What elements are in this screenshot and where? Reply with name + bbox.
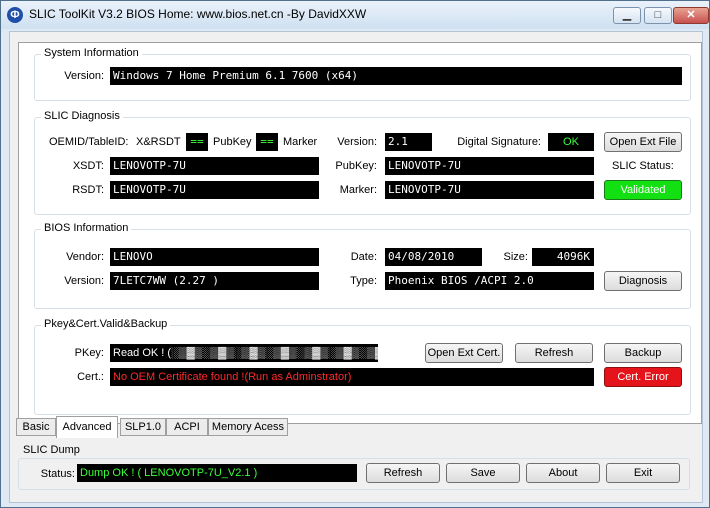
pubkey-inline-label: PubKey xyxy=(213,136,252,148)
app-logo-icon: Ф xyxy=(7,7,23,23)
maximize-button[interactable]: □ xyxy=(644,7,672,24)
cert-error-indicator: Cert. Error xyxy=(604,367,682,387)
pkey-field: Read OK ! (░▒▓▒░▒▓▒░▒▓▒░▒▓▒░▒▓▒░▒▓▒░▒▓**… xyxy=(110,344,378,362)
pubkey-marker-match-indicator: == xyxy=(256,133,278,151)
backup-button[interactable]: Backup xyxy=(604,343,682,363)
dump-status-field: Dump OK ! ( LENOVOTP-7U_V2.1 ) xyxy=(77,464,357,482)
system-version-field: Windows 7 Home Premium 6.1 7600 (x64) xyxy=(110,67,682,85)
open-ext-file-button[interactable]: Open Ext File xyxy=(604,132,682,152)
system-info-group: System Information Version: Windows 7 Ho… xyxy=(34,47,691,101)
tab-slp10[interactable]: SLP1.0 xyxy=(120,418,166,436)
tab-basic[interactable]: Basic xyxy=(16,418,56,436)
pkey-cert-title: Pkey&Cert.Valid&Backup xyxy=(41,318,171,330)
client-area: System Information Version: Windows 7 Ho… xyxy=(9,31,703,503)
bios-vendor-field: LENOVO xyxy=(110,248,319,266)
bios-date-label: Date: xyxy=(350,251,377,263)
xsdt-field: LENOVOTP-7U xyxy=(110,157,319,175)
xsdt-label: XSDT: xyxy=(72,160,104,172)
marker-field: LENOVOTP-7U xyxy=(385,181,594,199)
system-info-title: System Information xyxy=(41,47,142,59)
bios-vendor-label: Vendor: xyxy=(66,251,104,263)
cert-field: No OEM Certificate found !(Run as Admins… xyxy=(110,368,594,386)
bios-info-title: BIOS Information xyxy=(41,222,132,234)
cert-label: Cert.: xyxy=(77,371,104,383)
slic-version-label: Version: xyxy=(337,136,377,148)
advanced-tab-panel: System Information Version: Windows 7 Ho… xyxy=(18,42,702,424)
pkey-label: PKey: xyxy=(74,347,104,359)
system-version-label: Version: xyxy=(64,70,104,82)
pubkey-label: PubKey: xyxy=(335,160,377,172)
bios-date-field: 04/08/2010 xyxy=(385,248,482,266)
slic-version-field: 2.1 xyxy=(385,133,432,151)
open-ext-cert-button[interactable]: Open Ext Cert. xyxy=(425,343,503,363)
tab-advanced[interactable]: Advanced xyxy=(56,416,118,438)
slic-diagnosis-title: SLIC Diagnosis xyxy=(41,110,123,122)
bios-size-field: 4096K xyxy=(532,248,594,266)
tab-acpi[interactable]: ACPI xyxy=(166,418,208,436)
tab-memory-acess[interactable]: Memory Acess xyxy=(208,418,288,436)
slic-dump-group: Status: Dump OK ! ( LENOVOTP-7U_V2.1 ) R… xyxy=(18,458,690,490)
diagnosis-button[interactable]: Diagnosis xyxy=(604,271,682,291)
dump-status-label: Status: xyxy=(40,468,75,480)
pkey-refresh-button[interactable]: Refresh xyxy=(515,343,593,363)
bios-version-field: 7LETC7WW (2.27 ) xyxy=(110,272,319,290)
oemid-label: OEMID/TableID: xyxy=(49,136,129,148)
title-bar[interactable]: Ф SLIC ToolKit V3.2 BIOS Home: www.bios.… xyxy=(1,1,709,29)
slic-diagnosis-group: SLIC Diagnosis OEMID/TableID: X&RSDT == … xyxy=(34,110,691,215)
close-button[interactable]: ✕ xyxy=(673,7,709,24)
marker-inline-label: Marker xyxy=(283,136,318,148)
bios-version-label: Version: xyxy=(64,275,104,287)
about-button[interactable]: About xyxy=(526,463,600,483)
slic-dump-title: SLIC Dump xyxy=(23,444,80,456)
dump-refresh-button[interactable]: Refresh xyxy=(366,463,440,483)
bios-type-field: Phoenix BIOS /ACPI 2.0 xyxy=(385,272,594,290)
save-button[interactable]: Save xyxy=(446,463,520,483)
marker-label: Marker: xyxy=(339,184,377,196)
oemid-pubkey-match-indicator: == xyxy=(186,133,208,151)
rsdt-field: LENOVOTP-7U xyxy=(110,181,319,199)
app-window: Ф SLIC ToolKit V3.2 BIOS Home: www.bios.… xyxy=(0,0,710,508)
window-title: SLIC ToolKit V3.2 BIOS Home: www.bios.ne… xyxy=(29,7,367,21)
bios-size-label: Size: xyxy=(503,251,528,263)
oemid-value: X&RSDT xyxy=(136,136,181,148)
digital-signature-field: OK xyxy=(548,133,594,151)
bios-type-label: Type: xyxy=(350,275,377,287)
rsdt-label: RSDT: xyxy=(72,184,104,196)
pkey-cert-group: Pkey&Cert.Valid&Backup PKey: Read OK ! (… xyxy=(34,318,691,415)
slic-status-label: SLIC Status: xyxy=(612,160,674,172)
digital-signature-label: Digital Signature: xyxy=(457,136,541,148)
exit-button[interactable]: Exit xyxy=(606,463,680,483)
pubkey-field: LENOVOTP-7U xyxy=(385,157,594,175)
minimize-button[interactable]: ▁ xyxy=(613,7,641,24)
slic-status-indicator: Validated xyxy=(604,180,682,200)
slic-dump-section: SLIC Dump Status: Dump OK ! ( LENOVOTP-7… xyxy=(18,444,700,498)
bios-info-group: BIOS Information Vendor: LENOVO Date: 04… xyxy=(34,222,691,309)
